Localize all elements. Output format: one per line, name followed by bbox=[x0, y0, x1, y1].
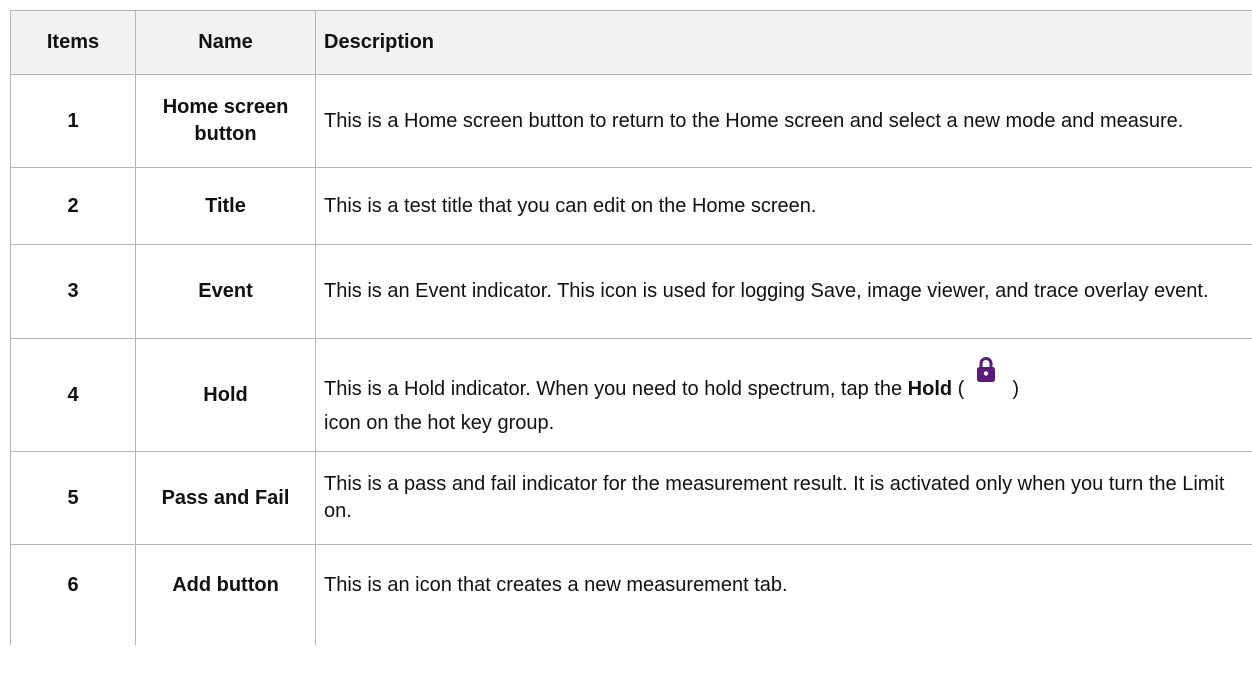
item-description: This is a pass and fail indicator for th… bbox=[324, 473, 1225, 522]
header-items: Items bbox=[11, 11, 136, 74]
items-table: Items Name Description 1 Home screen but… bbox=[10, 10, 1252, 645]
item-name: Title bbox=[136, 168, 316, 244]
item-number: 5 bbox=[11, 452, 136, 544]
header-description: Description bbox=[324, 31, 435, 53]
hold-paren-open: ( bbox=[952, 378, 965, 400]
item-number: 1 bbox=[11, 75, 136, 167]
item-name: Home screen button bbox=[136, 75, 316, 167]
hold-bold-label: Hold bbox=[907, 378, 953, 400]
table-row: 4 Hold This is a Hold indicator. When yo… bbox=[11, 339, 1252, 452]
hold-description-text: This is a Hold indicator. When you need … bbox=[324, 378, 908, 400]
item-number: 4 bbox=[11, 339, 136, 451]
item-name: Add button bbox=[136, 545, 316, 645]
item-description: This is an icon that creates a new measu… bbox=[324, 573, 788, 596]
header-name: Name bbox=[136, 11, 316, 74]
item-name: Pass and Fail bbox=[136, 452, 316, 544]
table-row: 1 Home screen button This is a Home scre… bbox=[11, 75, 1252, 168]
item-description: This is a test title that you can edit o… bbox=[324, 194, 817, 217]
item-description: This is an Event indicator. This icon is… bbox=[324, 280, 1209, 302]
lock-icon bbox=[976, 356, 996, 390]
table-row: 5 Pass and Fail This is a pass and fail … bbox=[11, 452, 1252, 545]
table-header-row: Items Name Description bbox=[11, 11, 1252, 75]
item-description: This is a Home screen button to return t… bbox=[324, 109, 1184, 132]
table-row: 3 Event This is an Event indicator. This… bbox=[11, 245, 1252, 339]
item-number: 2 bbox=[11, 168, 136, 244]
item-description: This is a Hold indicator. When you need … bbox=[316, 339, 1252, 451]
table-row: 2 Title This is a test title that you ca… bbox=[11, 168, 1252, 245]
item-number: 6 bbox=[11, 545, 136, 645]
item-number: 3 bbox=[11, 245, 136, 338]
hold-description-text-end: icon on the hot key group. bbox=[324, 412, 555, 434]
item-name: Hold bbox=[136, 339, 316, 451]
hold-paren-close: ) bbox=[1012, 378, 1019, 400]
item-name: Event bbox=[136, 245, 316, 338]
table-row: 6 Add button This is an icon that create… bbox=[11, 545, 1252, 645]
